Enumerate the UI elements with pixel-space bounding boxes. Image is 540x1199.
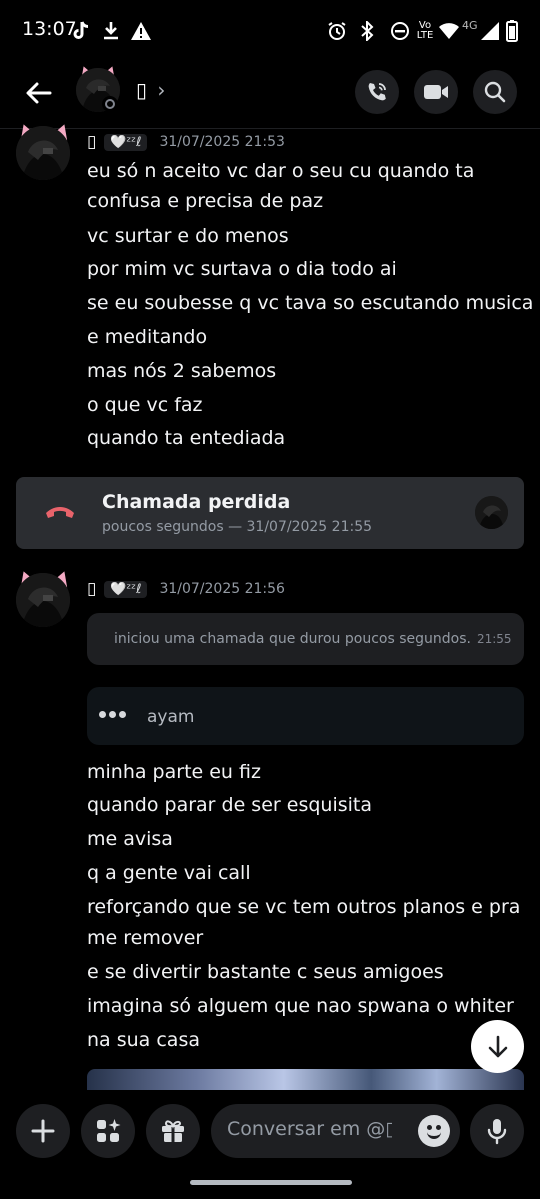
volte-label: Vo LTE bbox=[416, 20, 434, 41]
apps-button[interactable] bbox=[81, 1104, 135, 1158]
message-header: ▯ 🤍ᶻᶻℓ 31/07/2025 21:53 bbox=[87, 130, 285, 154]
bluetooth-icon bbox=[360, 20, 374, 42]
search-button[interactable] bbox=[473, 70, 517, 114]
system-message-time: 21:55 bbox=[476, 632, 512, 646]
message-line: vc surtar e do menos bbox=[87, 225, 289, 247]
status-bar: 13:07 Vo LTE 4G bbox=[0, 0, 540, 62]
message-line: reforçando que se vc tem outros planos e… bbox=[87, 896, 521, 918]
message-line: confusa e precisa de paz bbox=[87, 190, 324, 212]
dnd-icon bbox=[390, 20, 410, 42]
message-line: por mim vc surtava o dia todo ai bbox=[87, 258, 397, 280]
image-attachment[interactable] bbox=[87, 1069, 524, 1091]
video-call-button[interactable] bbox=[414, 70, 458, 114]
signal-icon bbox=[480, 20, 500, 42]
plus-icon bbox=[31, 1119, 55, 1143]
message-composer bbox=[0, 1090, 540, 1170]
author-name[interactable]: ▯ bbox=[87, 132, 96, 152]
apps-icon bbox=[97, 1119, 121, 1142]
server-tag[interactable]: 🤍ᶻᶻℓ bbox=[104, 133, 148, 151]
microphone-icon bbox=[487, 1119, 507, 1145]
channel-title[interactable]: ▯ › bbox=[136, 78, 165, 102]
timestamp: 31/07/2025 21:53 bbox=[159, 134, 285, 150]
avatar[interactable] bbox=[16, 126, 70, 180]
message-line: imagina só alguem que nao spwana o white… bbox=[87, 995, 514, 1017]
server-tag[interactable]: 🤍ᶻᶻℓ bbox=[104, 580, 148, 598]
add-attachment-button[interactable] bbox=[16, 1104, 70, 1158]
back-button[interactable] bbox=[22, 76, 56, 110]
voice-message-button[interactable] bbox=[470, 1104, 524, 1158]
home-indicator[interactable] bbox=[190, 1180, 352, 1185]
message-line: na sua casa bbox=[87, 1029, 200, 1051]
message-line: quando parar de ser esquisita bbox=[87, 794, 372, 816]
missed-call-title: Chamada perdida bbox=[102, 491, 291, 513]
message-line: eu só n aceito vc dar o seu cu quando ta bbox=[87, 160, 475, 182]
message-line: q a gente vai call bbox=[87, 862, 251, 884]
message-field-wrapper bbox=[211, 1104, 460, 1158]
video-icon bbox=[424, 85, 448, 99]
status-time: 13:07 bbox=[22, 18, 77, 40]
alarm-icon bbox=[327, 20, 347, 42]
phone-hangup-icon bbox=[46, 507, 74, 518]
call-icon bbox=[368, 83, 386, 101]
battery-icon bbox=[506, 20, 518, 42]
voice-call-button[interactable] bbox=[355, 70, 399, 114]
message-line: me remover bbox=[87, 927, 204, 949]
missed-call-subtitle: poucos segundos — 31/07/2025 21:55 bbox=[102, 519, 373, 535]
timestamp: 31/07/2025 21:56 bbox=[159, 581, 285, 597]
message-header: ▯ 🤍ᶻᶻℓ 31/07/2025 21:56 bbox=[87, 577, 285, 601]
message-input[interactable] bbox=[227, 1118, 392, 1140]
typing-dots-icon bbox=[99, 711, 126, 718]
author-name[interactable]: ▯ bbox=[87, 579, 96, 599]
typing-reply-indicator[interactable]: ayam bbox=[87, 687, 524, 745]
message-line: e se divertir bastante c seus amigoes bbox=[87, 961, 444, 983]
network-type: 4G bbox=[462, 18, 478, 32]
status-indicator bbox=[102, 96, 118, 112]
wifi-icon bbox=[438, 20, 460, 42]
jump-to-present-button[interactable] bbox=[471, 1020, 524, 1073]
message-line: quando ta entediada bbox=[87, 427, 286, 449]
channel-header: ▯ › bbox=[0, 62, 540, 129]
gift-icon bbox=[162, 1120, 184, 1142]
avatar[interactable] bbox=[16, 573, 70, 627]
download-icon bbox=[102, 20, 120, 42]
tiktok-icon bbox=[72, 20, 90, 42]
message-line: o que vc faz bbox=[87, 394, 203, 416]
avatar[interactable] bbox=[475, 496, 508, 529]
message-line: minha parte eu fiz bbox=[87, 761, 261, 783]
system-message-text: iniciou uma chamada que durou poucos seg… bbox=[114, 631, 471, 647]
search-icon bbox=[484, 81, 506, 103]
gift-button[interactable] bbox=[146, 1104, 200, 1158]
system-message: iniciou uma chamada que durou poucos seg… bbox=[87, 613, 524, 665]
back-arrow-icon bbox=[26, 82, 52, 104]
chevron-right-icon: › bbox=[157, 78, 166, 102]
message-line: se eu soubesse q vc tava so escutando mu… bbox=[87, 292, 534, 314]
message-line: me avisa bbox=[87, 828, 173, 850]
message-line: e meditando bbox=[87, 326, 208, 348]
reply-author: ayam bbox=[147, 707, 195, 727]
message-line: mas nós 2 sabemos bbox=[87, 360, 277, 382]
missed-call-card[interactable]: Chamada perdida poucos segundos — 31/07/… bbox=[16, 477, 524, 549]
emoji-icon[interactable] bbox=[418, 1115, 450, 1147]
chevron-down-icon bbox=[488, 1035, 507, 1057]
warning-icon bbox=[130, 20, 152, 42]
